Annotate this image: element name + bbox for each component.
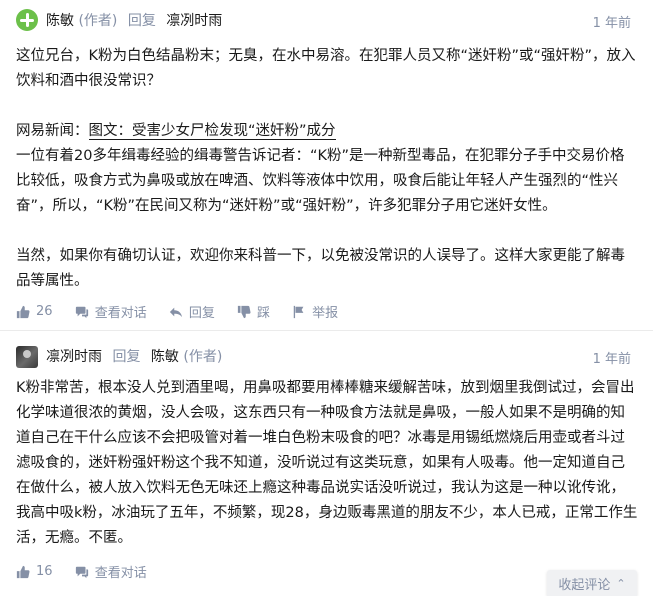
comment-2: 凛冽时雨 回复 陈敏 (作者) 1 年前 K粉非常苦，根本没人兑到酒里喝，用鼻吸… — [0, 336, 653, 581]
news-source: 网易新闻： — [16, 123, 89, 139]
thumbs-up-icon — [16, 565, 30, 578]
collapse-comments-button[interactable]: 收起评论 ⌃ — [547, 570, 637, 596]
view-conversation-label: 查看对话 — [94, 566, 147, 581]
avatar[interactable] — [16, 346, 38, 368]
comment-actions: 16 查看对话 — [16, 562, 165, 583]
reply-label: 回复 — [112, 349, 141, 365]
view-conversation-label: 查看对话 — [94, 306, 147, 321]
comment-body: K粉非常苦，根本没人兑到酒里喝，用鼻吸都要用棒棒糖来缓解苦味，放到烟里我倒试过，… — [16, 376, 638, 551]
comment-header: 陈敏 (作者) 回复 凛冽时雨 1 年前 — [0, 0, 653, 40]
timestamp: 1 年前 — [592, 16, 631, 31]
view-conversation-button[interactable]: 查看对话 — [75, 302, 147, 321]
comment-meta: 凛冽时雨 回复 陈敏 (作者) — [46, 347, 222, 367]
thumbs-down-icon — [237, 305, 251, 318]
collapse-label: 收起评论 — [558, 577, 611, 593]
dislike-button[interactable]: 踩 — [237, 302, 270, 321]
chevron-up-icon: ⌃ — [616, 576, 626, 590]
comment-meta: 陈敏 (作者) 回复 凛冽时雨 — [46, 11, 222, 31]
comment-paragraph: 这位兄台，K粉为白色结晶粉末；无臭，在水中易溶。在犯罪人员又称“迷奸粉”或“强奸… — [16, 48, 636, 89]
author-tag: (作者) — [78, 13, 118, 29]
comment-1: 陈敏 (作者) 回复 凛冽时雨 1 年前 这位兄台，K粉为白色结晶粉末；无臭，在… — [0, 0, 653, 321]
comment-paragraph: 当然，如果你有确切认证，欢迎你来科普一下，以免被没常识的人误导了。这样大家更能了… — [16, 248, 625, 289]
comment-divider — [0, 330, 653, 331]
like-count: 16 — [36, 564, 53, 579]
comment-paragraph: 网易新闻：图文：受害少女尸检发现“迷奸粉”成分 — [16, 119, 638, 144]
report-button[interactable]: 举报 — [292, 302, 338, 321]
reply-to-tag: (作者) — [183, 349, 223, 365]
dislike-label: 踩 — [257, 306, 271, 321]
reply-button-label: 回复 — [188, 306, 215, 321]
like-button[interactable]: 26 — [16, 304, 53, 319]
reply-to-name[interactable]: 凛冽时雨 — [166, 13, 222, 29]
reply-icon — [169, 307, 182, 317]
avatar[interactable] — [16, 9, 38, 31]
comment-header: 凛冽时雨 回复 陈敏 (作者) 1 年前 — [0, 336, 653, 376]
thumbs-up-icon — [16, 305, 30, 318]
comment-paragraph: 一位有着20多年缉毒经验的缉毒警告诉记者：“K粉”是一种新型毒品，在犯罪分子手中… — [16, 148, 625, 214]
conversation-icon — [75, 306, 88, 318]
report-label: 举报 — [312, 306, 339, 321]
flag-icon — [293, 305, 304, 318]
author-name[interactable]: 凛冽时雨 — [46, 349, 102, 365]
like-count: 26 — [36, 304, 53, 319]
news-link[interactable]: 图文：受害少女尸检发现“迷奸粉”成分 — [88, 123, 336, 140]
timestamp: 1 年前 — [592, 352, 631, 367]
reply-to-name[interactable]: 陈敏 — [151, 349, 179, 365]
comment-body: 这位兄台，K粉为白色结晶粉末；无臭，在水中易溶。在犯罪人员又称“迷奸粉”或“强奸… — [16, 44, 638, 294]
comment-actions: 26 查看对话 回复 踩 举报 — [16, 302, 356, 323]
author-name[interactable]: 陈敏 — [46, 13, 74, 29]
like-button[interactable]: 16 — [16, 564, 53, 579]
reply-button[interactable]: 回复 — [169, 302, 215, 321]
view-conversation-button[interactable]: 查看对话 — [75, 562, 147, 581]
comment-paragraph: K粉非常苦，根本没人兑到酒里喝，用鼻吸都要用棒棒糖来缓解苦味，放到烟里我倒试过，… — [16, 380, 638, 546]
conversation-icon — [75, 566, 88, 578]
reply-label: 回复 — [127, 13, 156, 29]
